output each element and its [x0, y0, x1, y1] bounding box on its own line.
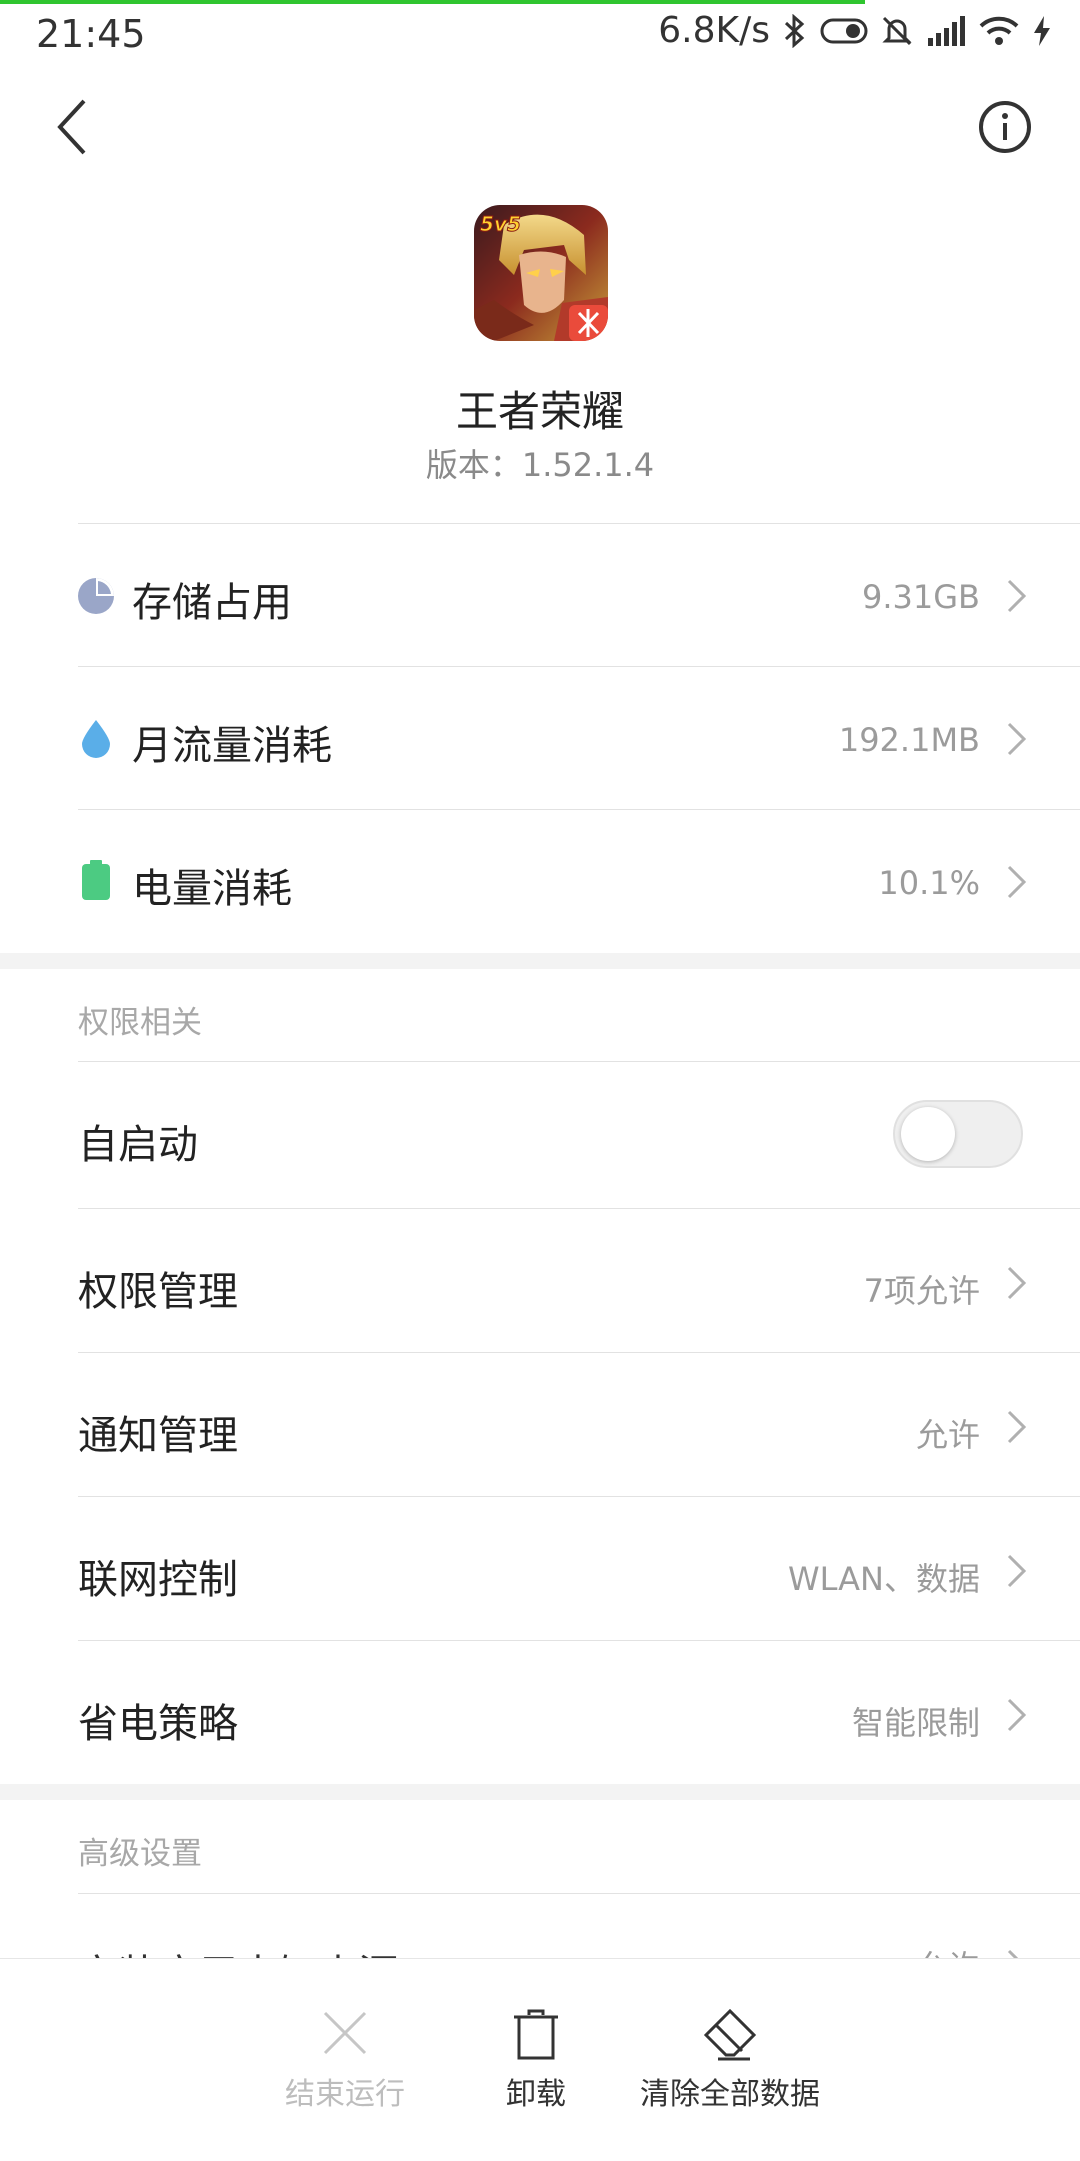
toggle-knob	[901, 1107, 955, 1161]
battery-saver-value: 智能限制	[851, 1704, 980, 1742]
permissions-section-title: 权限相关	[78, 1005, 202, 1041]
section-gap	[0, 1784, 1080, 1800]
permission-management-row[interactable]: 权限管理 7项允许	[0, 1209, 1080, 1352]
app-icon-badge: 5v5	[480, 212, 521, 236]
toggle-icon	[820, 16, 868, 46]
status-time: 21:45	[36, 12, 146, 56]
close-icon	[323, 2011, 367, 2055]
battery-saver-row[interactable]: 省电策略 智能限制	[0, 1641, 1080, 1784]
eraser-icon	[703, 2009, 757, 2061]
autostart-label: 自启动	[78, 1122, 198, 1168]
notification-management-row[interactable]: 通知管理 允许	[0, 1353, 1080, 1496]
force-stop-label: 结束运行	[285, 2077, 405, 2112]
data-usage-row[interactable]: 月流量消耗 192.1MB	[0, 667, 1080, 810]
clear-data-button[interactable]: 清除全部数据	[630, 1959, 830, 2161]
trash-icon	[514, 2009, 558, 2060]
storage-pie-icon	[78, 578, 114, 614]
unknown-sources-row[interactable]: 安装应用未知来源 允许	[0, 1920, 1080, 1960]
chevron-right-icon	[1007, 1698, 1027, 1732]
battery-icon	[82, 860, 110, 900]
section-gap	[0, 953, 1080, 969]
chevron-right-icon	[1007, 722, 1027, 756]
battery-value: 10.1%	[878, 864, 980, 902]
info-icon	[979, 101, 1031, 153]
network-control-label: 联网控制	[78, 1557, 238, 1603]
signal-icon	[926, 15, 966, 46]
charging-icon	[1032, 15, 1052, 47]
storage-row[interactable]: 存储占用 9.31GB	[0, 524, 1080, 667]
notification-management-value: 允许	[915, 1416, 980, 1454]
advanced-section-title: 高级设置	[78, 1836, 202, 1872]
app-info-button[interactable]	[976, 98, 1034, 156]
chevron-right-icon	[1007, 865, 1027, 899]
force-stop-button[interactable]: 结束运行	[270, 1959, 420, 2161]
network-control-row[interactable]: 联网控制 WLAN、数据	[0, 1497, 1080, 1640]
storage-value: 9.31GB	[862, 578, 980, 616]
divider	[78, 1893, 1080, 1894]
permission-management-label: 权限管理	[78, 1269, 238, 1315]
battery-row[interactable]: 电量消耗 10.1%	[0, 810, 1080, 953]
permission-management-value: 7项允许	[863, 1272, 980, 1310]
network-control-value: WLAN、数据	[787, 1560, 980, 1598]
autostart-toggle[interactable]	[893, 1100, 1023, 1168]
back-button[interactable]	[50, 95, 110, 159]
chevron-right-icon	[1007, 579, 1027, 613]
data-drop-icon	[82, 720, 110, 758]
app-version: 版本：1.52.1.4	[425, 446, 655, 484]
notification-management-label: 通知管理	[78, 1413, 238, 1459]
bottom-action-bar: 结束运行 卸载 清除全部数据	[0, 1958, 1080, 2161]
chevron-right-icon	[1007, 1410, 1027, 1444]
battery-label: 电量消耗	[132, 866, 292, 912]
wifi-icon	[978, 15, 1020, 47]
clear-data-label: 清除全部数据	[640, 2077, 820, 2112]
bluetooth-icon	[782, 13, 808, 48]
status-bar: 21:45 6.8K/s	[0, 0, 1080, 70]
data-usage-value: 192.1MB	[838, 721, 980, 759]
status-icons: 6.8K/s	[658, 10, 1052, 51]
chevron-right-icon	[1007, 1266, 1027, 1300]
uninstall-label: 卸载	[506, 2077, 566, 2112]
chevron-left-icon	[57, 99, 86, 155]
app-icon: 5v5	[474, 205, 608, 341]
battery-saver-label: 省电策略	[78, 1701, 238, 1747]
data-usage-label: 月流量消耗	[132, 723, 332, 769]
uninstall-button[interactable]: 卸载	[486, 1959, 586, 2161]
app-name: 王者荣耀	[455, 387, 624, 436]
chevron-right-icon	[1007, 1554, 1027, 1588]
net-speed: 6.8K/s	[658, 10, 770, 51]
storage-label: 存储占用	[132, 580, 292, 626]
mute-bell-icon	[880, 14, 914, 48]
